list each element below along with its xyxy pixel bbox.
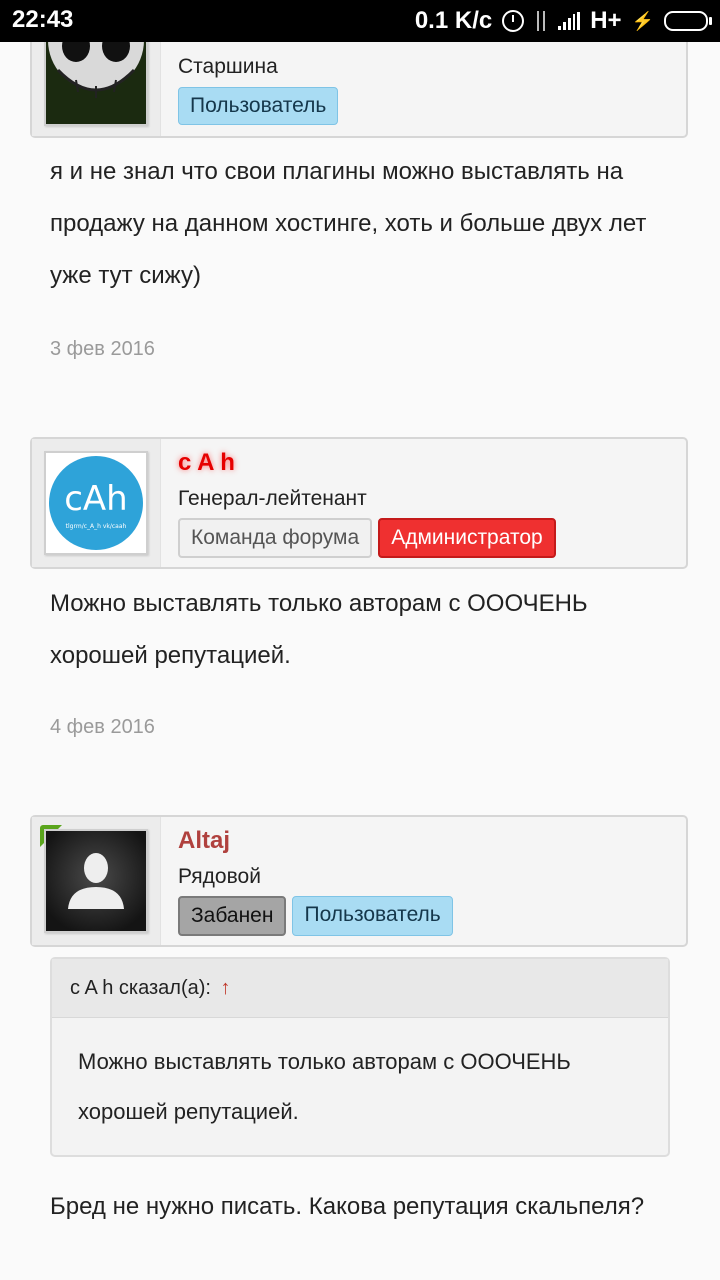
quote-text: Можно выставлять только авторам с ОООЧЕН… <box>78 1049 571 1124</box>
post-message: Бред не нужно писать. Какова репутация с… <box>50 1193 645 1220</box>
user-rank: Генерал-лейтенант <box>178 487 367 510</box>
avatar-text: cAh <box>64 479 128 519</box>
quote-jump-arrow-icon[interactable]: ↑ <box>221 977 231 999</box>
badge-administrator[interactable]: Администратор <box>378 518 556 558</box>
net-speed: 0.1 K/c <box>414 7 493 34</box>
quote-header: c A h сказал(а): ↑ <box>52 959 668 1018</box>
post-3-userinfo: Altaj Рядовой Забанен Пользователь <box>30 815 688 947</box>
avatar[interactable]: cAh tlgrm/c_A_h vk/caah <box>44 451 148 555</box>
alarm-icon <box>502 10 525 32</box>
avatar-subtext: tlgrm/c_A_h vk/caah <box>66 523 127 530</box>
avatar[interactable] <box>44 829 148 933</box>
badge-forum-team[interactable]: Команда форума <box>178 518 373 558</box>
post-message: Можно выставлять только авторам с ОООЧЕН… <box>50 590 588 669</box>
data-arrows-icon <box>534 11 548 31</box>
username[interactable]: c A h <box>178 449 235 477</box>
status-bar: 22:43 0.1 K/c H+ ⚡ <box>0 0 720 42</box>
user-badges: Забанен Пользователь <box>178 896 453 936</box>
post-date[interactable]: 4 фев 2016 <box>50 716 155 739</box>
post-date[interactable]: 3 фев 2016 <box>50 338 155 361</box>
battery-icon <box>664 11 712 31</box>
status-icons: 0.1 K/c H+ ⚡ <box>414 6 712 36</box>
quote-author: c A h сказал(а): <box>70 977 211 999</box>
network-type: H+ <box>590 7 622 34</box>
quote-block: c A h сказал(а): ↑ Можно выставлять толь… <box>50 957 670 1157</box>
status-time: 22:43 <box>12 6 74 33</box>
user-badges: Пользователь <box>178 87 339 125</box>
user-rank: Старшина <box>178 55 278 78</box>
badge-user[interactable]: Пользователь <box>178 87 339 125</box>
user-rank: Рядовой <box>178 865 261 888</box>
user-badges: Команда форума Администратор <box>178 518 556 558</box>
username[interactable]: Altaj <box>178 827 230 855</box>
post-2-userinfo: cAh tlgrm/c_A_h vk/caah c A h Генерал-ле… <box>30 437 688 569</box>
post-message: я и не знал что свои плагины можно выста… <box>50 158 647 289</box>
charging-bolt-icon: ⚡ <box>631 10 654 31</box>
badge-user[interactable]: Пользователь <box>292 896 453 936</box>
badge-banned[interactable]: Забанен <box>178 896 287 936</box>
signal-icon <box>558 12 581 30</box>
